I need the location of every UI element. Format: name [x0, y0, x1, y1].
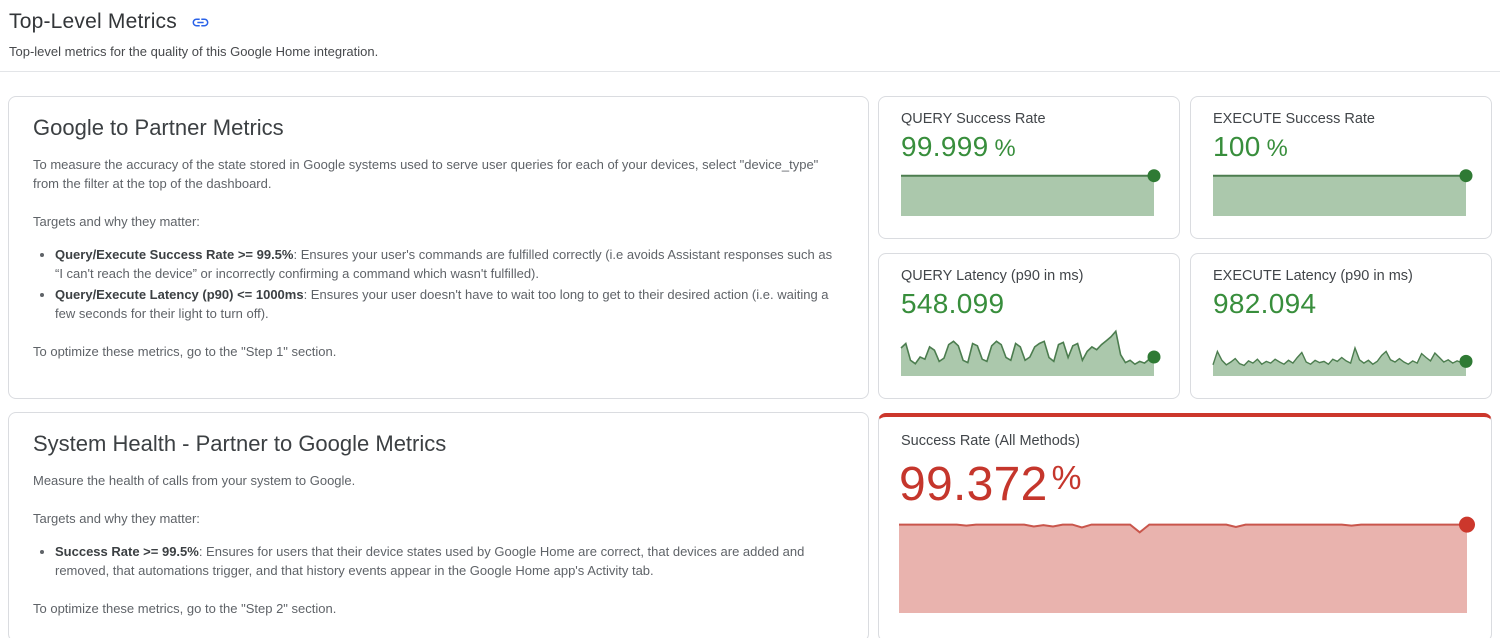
card-intro: Measure the health of calls from your sy… [33, 471, 844, 490]
sparkline-query-success [901, 163, 1154, 216]
bullet-lead: Query/Execute Latency (p90) <= 1000ms [55, 287, 304, 302]
metric-tile-execute-success-rate: EXECUTE Success Rate 100% [1190, 96, 1492, 239]
metric-title: EXECUTE Success Rate [1213, 111, 1466, 127]
metric-value: 99.372% [899, 457, 1467, 512]
metric-tile-query-success-rate: QUERY Success Rate 99.999% [878, 96, 1180, 239]
list-item: Success Rate >= 99.5%: Ensures for users… [55, 542, 833, 580]
metric-value: 982.094 [1213, 288, 1466, 320]
metric-title: QUERY Latency (p90 in ms) [901, 268, 1154, 284]
bullet-lead: Query/Execute Success Rate >= 99.5% [55, 247, 293, 262]
metric-value: 99.999% [901, 131, 1154, 163]
metric-number: 100 [1213, 131, 1261, 163]
card-title: Google to Partner Metrics [33, 115, 844, 141]
metric-title: QUERY Success Rate [901, 111, 1154, 127]
page-header: Top-Level Metrics Top-level metrics for … [0, 0, 1500, 59]
targets-label: Targets and why they matter: [33, 212, 844, 231]
metric-value: 100% [1213, 131, 1466, 163]
metric-title: Success Rate (All Methods) [901, 433, 1467, 449]
bullet-lead: Success Rate >= 99.5% [55, 544, 199, 559]
metric-value: 548.099 [901, 288, 1154, 320]
metric-number: 99.372 [899, 457, 1048, 512]
sparkline-success-all-methods [899, 518, 1467, 613]
card-footer: To optimize these metrics, go to the "St… [33, 342, 844, 361]
targets-list: Query/Execute Success Rate >= 99.5%: Ens… [33, 245, 833, 323]
card-intro: To measure the accuracy of the state sto… [33, 155, 844, 193]
metrics-grid: QUERY Success Rate 99.999% EXECUTE Succe… [878, 96, 1492, 638]
title-row: Top-Level Metrics [9, 10, 1490, 34]
metric-number: 982.094 [1213, 288, 1316, 320]
card-system-health-partner-to-google: System Health - Partner to Google Metric… [8, 412, 869, 638]
list-item: Query/Execute Success Rate >= 99.5%: Ens… [55, 245, 833, 283]
metric-number: 99.999 [901, 131, 988, 163]
dashboard-grid: Google to Partner Metrics To measure the… [0, 72, 1500, 638]
metric-tile-success-rate-all-methods: Success Rate (All Methods) 99.372% [878, 413, 1492, 638]
metric-unit: % [1267, 135, 1288, 163]
card-title: System Health - Partner to Google Metric… [33, 431, 844, 457]
metric-title: EXECUTE Latency (p90 in ms) [1213, 268, 1466, 284]
list-item: Query/Execute Latency (p90) <= 1000ms: E… [55, 285, 833, 323]
metric-unit: % [994, 135, 1015, 163]
card-google-to-partner-metrics: Google to Partner Metrics To measure the… [8, 96, 869, 399]
targets-list: Success Rate >= 99.5%: Ensures for users… [33, 542, 833, 580]
metric-unit: % [1052, 460, 1082, 498]
anchor-link-icon[interactable] [191, 13, 210, 32]
sparkline-query-latency [901, 320, 1154, 376]
card-footer: To optimize these metrics, go to the "St… [33, 599, 844, 618]
metric-number: 548.099 [901, 288, 1004, 320]
sparkline-execute-latency [1213, 320, 1466, 376]
page-subtitle: Top-level metrics for the quality of thi… [9, 44, 1490, 59]
metric-tile-query-latency: QUERY Latency (p90 in ms) 548.099 [878, 253, 1180, 399]
sparkline-execute-success [1213, 163, 1466, 216]
page-title: Top-Level Metrics [9, 10, 177, 34]
metric-tile-execute-latency: EXECUTE Latency (p90 in ms) 982.094 [1190, 253, 1492, 399]
targets-label: Targets and why they matter: [33, 509, 844, 528]
